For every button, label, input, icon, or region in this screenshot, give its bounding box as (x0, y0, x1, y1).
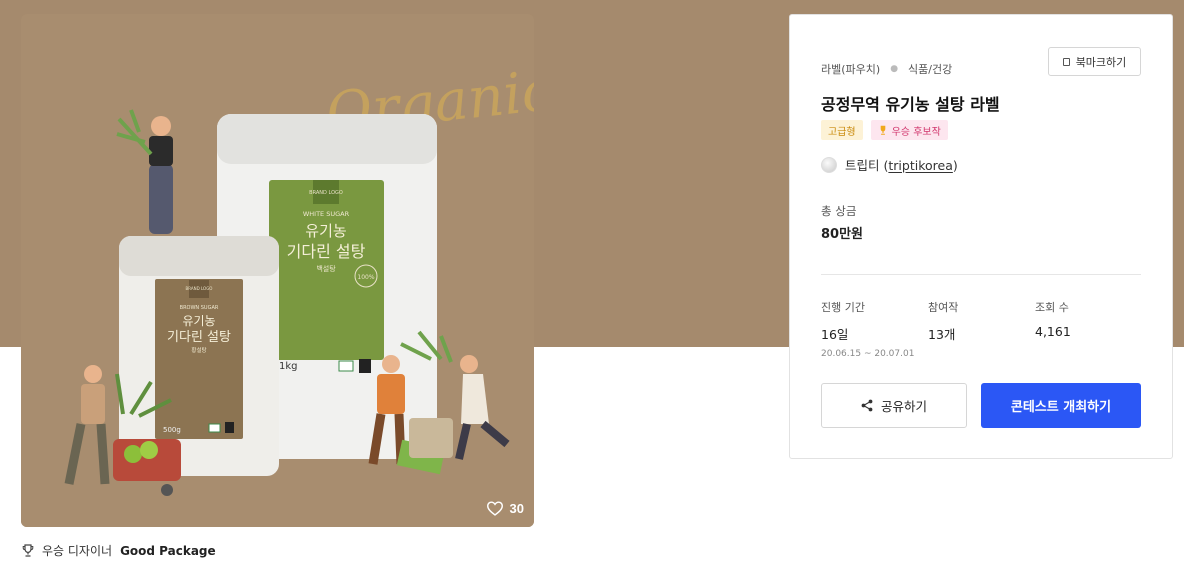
trophy-icon (22, 544, 34, 557)
stat-duration: 진행 기간 16일 20.06.15 ~ 20.07.01 (821, 299, 914, 359)
small-brand-text: BRAND LOGO (186, 286, 213, 291)
grade-badge-label: 고급형 (828, 126, 856, 138)
large-weight-text: 1kg (279, 361, 298, 372)
grade-badge: 고급형 (821, 120, 863, 140)
contest-author[interactable]: 트립티 (triptikorea) (821, 155, 958, 174)
stat-duration-value: 16일 (821, 327, 849, 342)
winner-prefix: 우승 디자이너 (42, 544, 113, 558)
product-illustration: Organic BRAND LOGO WHITE SUGAR 유기농 기다린 설… (21, 14, 534, 527)
prize-label: 총 상금 (821, 204, 857, 218)
winner-name[interactable]: Good Package (120, 544, 216, 558)
author-handle[interactable]: triptikorea (888, 158, 952, 173)
stat-entries: 참여작 13개 (928, 299, 958, 343)
trophy-icon (880, 125, 885, 135)
large-sub-text: WHITE SUGAR (303, 210, 350, 218)
stat-duration-label: 진행 기간 (821, 301, 865, 314)
author-name: 트립티 (845, 158, 880, 173)
small-weight-text: 500g (163, 426, 181, 434)
host-contest-button[interactable]: 콘테스트 개최하기 (981, 383, 1141, 428)
large-badge-text: 100% (357, 274, 374, 281)
stat-views: 조회 수 4,161 (1035, 299, 1071, 339)
heart-icon (486, 501, 503, 516)
large-title-2: 기다린 설탕 (287, 242, 366, 261)
small-label (155, 279, 243, 439)
share-label: 공유하기 (880, 399, 927, 414)
small-title-2: 기다린 설탕 (167, 330, 231, 345)
bookmark-icon (1062, 57, 1070, 66)
stat-views-value: 4,161 (1035, 324, 1071, 339)
small-title-1: 유기농 (182, 314, 215, 328)
bookmark-button[interactable]: 북마크하기 (1048, 47, 1141, 76)
large-title-1: 유기농 (305, 222, 347, 240)
host-contest-label: 콘테스트 개최하기 (1010, 400, 1112, 415)
contest-product-image[interactable]: Organic BRAND LOGO WHITE SUGAR 유기농 기다린 설… (21, 14, 534, 527)
share-icon (861, 399, 873, 412)
award-badge-label: 우승 후보작 (891, 126, 941, 138)
bookmark-label: 북마크하기 (1075, 55, 1127, 69)
breadcrumb: 라벨(파우치) ● 식품/건강 (821, 61, 952, 77)
breadcrumb-category[interactable]: 라벨(파우치) (821, 61, 880, 77)
winner-designer: 우승 디자이너 Good Package (22, 542, 216, 559)
divider (821, 274, 1141, 275)
large-variant-text: 백설탕 (316, 264, 336, 273)
breadcrumb-separator: ● (890, 64, 899, 74)
share-button[interactable]: 공유하기 (821, 383, 967, 428)
award-badge: 우승 후보작 (870, 120, 948, 140)
stat-entries-value: 13개 (928, 327, 956, 342)
stat-duration-dates: 20.06.15 ~ 20.07.01 (821, 349, 915, 359)
small-sub-text: BROWN SUGAR (180, 305, 219, 311)
stat-views-label: 조회 수 (1035, 301, 1069, 314)
large-brand-text: BRAND LOGO (309, 190, 343, 196)
like-count-value: 30 (509, 500, 524, 516)
contest-badges: 고급형 우승 후보작 (821, 120, 948, 140)
contest-title: 공정무역 유기농 설탕 라벨 (821, 95, 1000, 114)
like-counter[interactable]: 30 (486, 500, 524, 516)
avatar (821, 156, 837, 173)
breadcrumb-subcategory[interactable]: 식품/건강 (908, 61, 952, 77)
contest-info-panel: 라벨(파우치) ● 식품/건강 북마크하기 공정무역 유기농 설탕 라벨 고급형… (789, 14, 1173, 459)
small-variant-text: 황설탕 (191, 346, 206, 354)
stat-entries-label: 참여작 (928, 301, 959, 314)
prize-value: 80만원 (821, 227, 864, 242)
